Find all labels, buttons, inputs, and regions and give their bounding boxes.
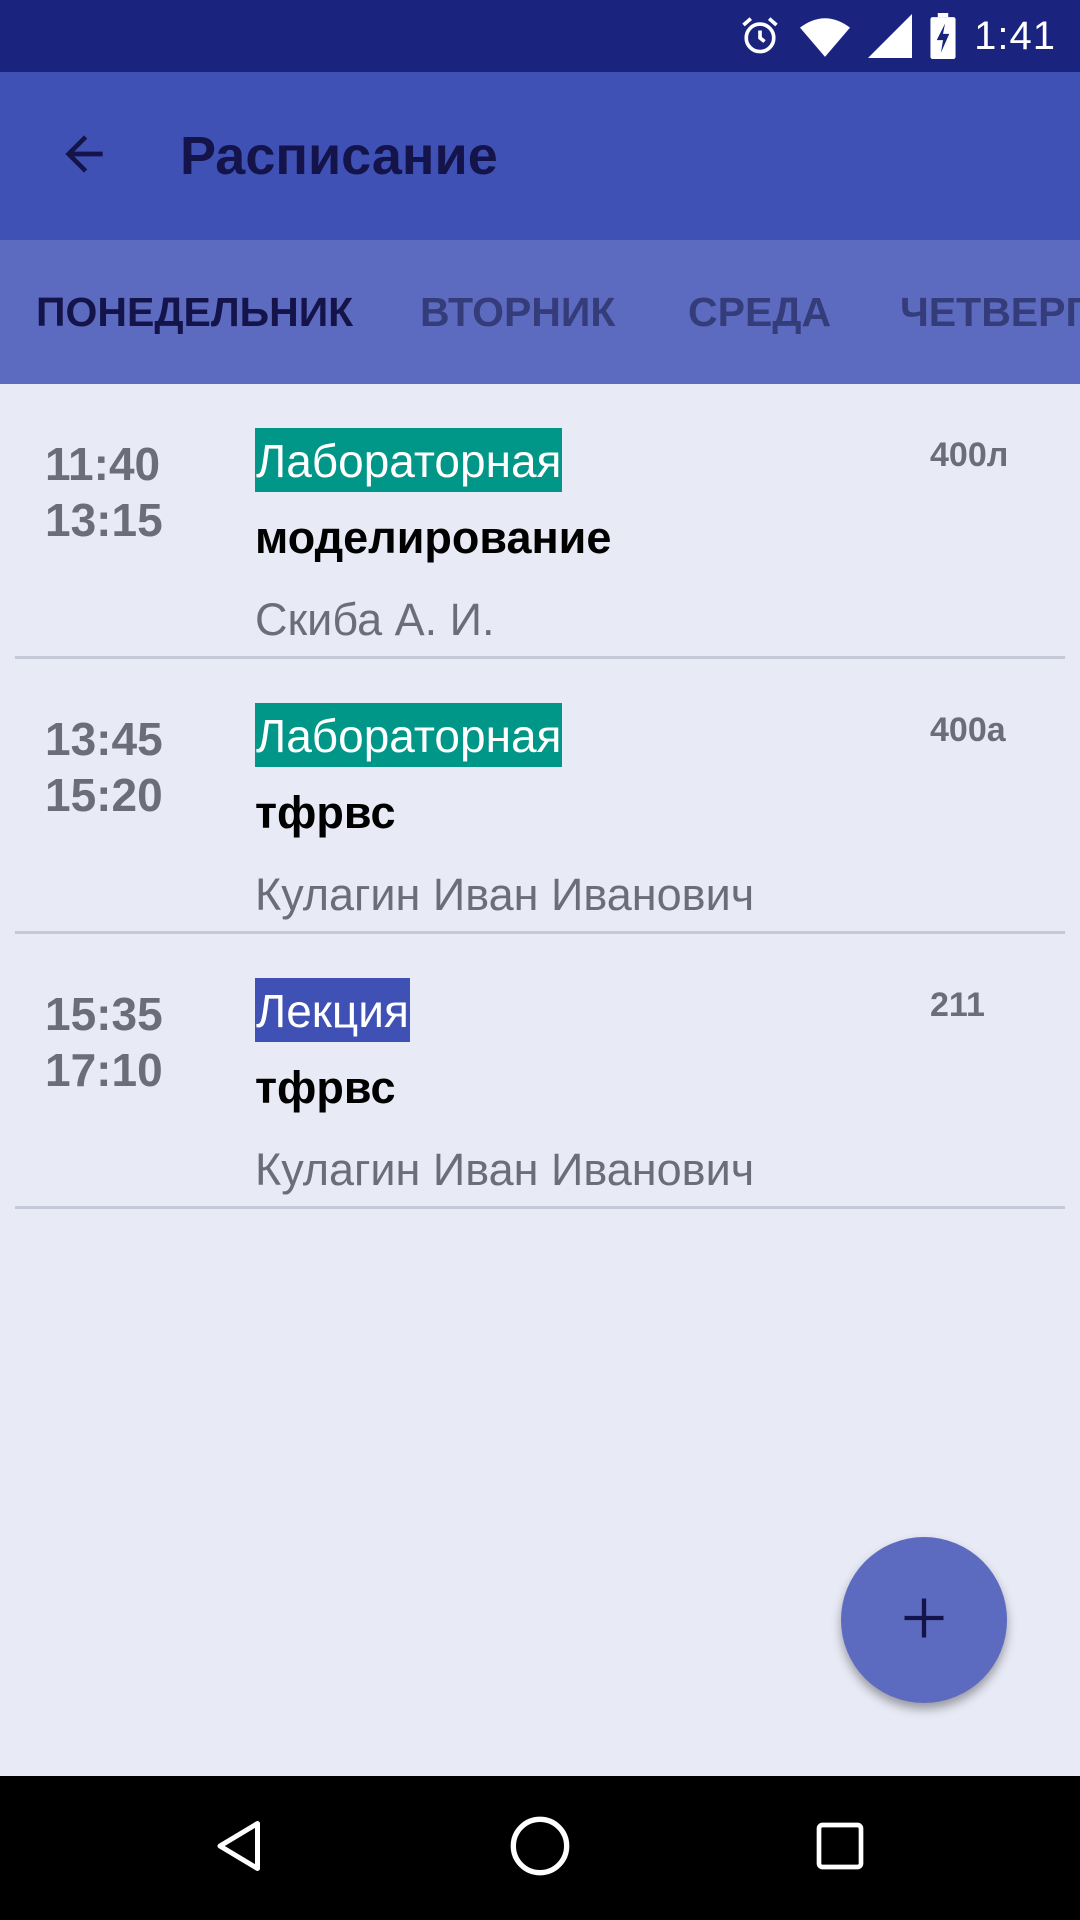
tab-tuesday[interactable]: ВТОРНИК	[420, 240, 615, 384]
lesson-start-time: 13:45	[45, 713, 163, 765]
home-circle-icon	[508, 1814, 572, 1883]
app-bar: Расписание	[0, 72, 1080, 240]
nav-back-button[interactable]	[200, 1808, 280, 1888]
lesson-time: 15:35 17:10	[45, 986, 163, 1098]
lesson-teacher: Кулагин Иван Иванович	[255, 869, 755, 920]
lesson-start-time: 11:40	[45, 438, 161, 490]
lesson-subject: тфрвс	[255, 1062, 396, 1113]
lesson-row[interactable]: 13:45 15:20 Лабораторная тфрвс Кулагин И…	[15, 659, 1065, 934]
wifi-icon	[800, 14, 851, 58]
lesson-end-time: 13:15	[45, 494, 163, 546]
back-triangle-icon	[210, 1816, 270, 1881]
tab-monday[interactable]: ПОНЕДЕЛЬНИК	[36, 240, 353, 384]
signal-icon	[868, 14, 913, 58]
lesson-time: 13:45 15:20	[45, 711, 163, 823]
add-lesson-button[interactable]	[841, 1537, 1007, 1703]
recents-square-icon	[812, 1818, 868, 1879]
lesson-teacher: Скиба А. И.	[255, 594, 495, 645]
lesson-room: 400а	[930, 711, 1006, 749]
nav-home-button[interactable]	[500, 1808, 580, 1888]
status-time: 1:41	[974, 13, 1056, 58]
nav-recents-button[interactable]	[800, 1808, 880, 1888]
lesson-type-badge: Лабораторная	[255, 703, 563, 767]
alarm-icon	[738, 14, 782, 58]
plus-icon	[898, 1592, 950, 1649]
tab-thursday[interactable]: ЧЕТВЕРГ	[900, 240, 1080, 384]
battery-charging-icon	[930, 13, 956, 59]
lesson-subject: тфрвс	[255, 787, 396, 838]
lesson-end-time: 15:20	[45, 769, 163, 821]
system-nav-bar	[0, 1776, 1080, 1920]
lesson-start-time: 15:35	[45, 988, 163, 1040]
lesson-list: 11:40 13:15 Лабораторная моделирование С…	[0, 384, 1080, 1209]
day-tabs: ПОНЕДЕЛЬНИК ВТОРНИК СРЕДА ЧЕТВЕРГ	[0, 240, 1080, 384]
lesson-subject: моделирование	[255, 512, 612, 563]
lesson-time: 11:40 13:15	[45, 436, 163, 548]
lesson-room: 211	[930, 986, 985, 1024]
lesson-type-badge: Лекция	[255, 978, 410, 1042]
schedule-screen: 1:41 Расписание ПОНЕДЕЛЬНИК ВТОРНИК СРЕД…	[0, 0, 1080, 1920]
page-title: Расписание	[180, 126, 498, 186]
lesson-row[interactable]: 11:40 13:15 Лабораторная моделирование С…	[15, 384, 1065, 659]
status-bar: 1:41	[0, 0, 1080, 72]
arrow-back-icon	[56, 126, 112, 187]
lesson-type-badge: Лабораторная	[255, 428, 563, 492]
lesson-end-time: 17:10	[45, 1044, 163, 1096]
tab-wednesday[interactable]: СРЕДА	[688, 240, 831, 384]
status-icons: 1:41	[738, 0, 1056, 72]
lesson-row[interactable]: 15:35 17:10 Лекция тфрвс Кулагин Иван Ив…	[15, 934, 1065, 1209]
lesson-room: 400л	[930, 436, 1009, 474]
back-button[interactable]	[44, 116, 124, 196]
lesson-teacher: Кулагин Иван Иванович	[255, 1144, 755, 1195]
